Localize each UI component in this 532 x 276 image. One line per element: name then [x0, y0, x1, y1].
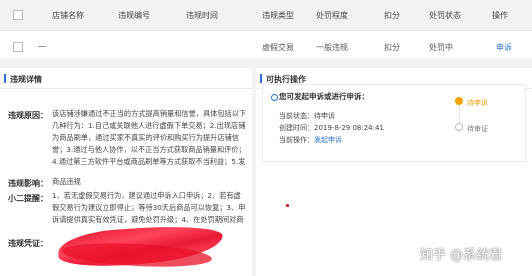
- action-row: 当前操作：发起申诉: [279, 136, 342, 144]
- panel-header: 违规详情: [0, 68, 252, 89]
- th-time: 违规时间: [186, 11, 218, 20]
- info-icon: [271, 94, 278, 101]
- tip-text: 1、若无虚假交易行为，建议通过申诉入口申诉；2、若有虚假交易行为建议立即停止；等…: [52, 191, 246, 224]
- impact-text: 商品违规: [52, 177, 81, 186]
- th-id: 违规编号: [118, 11, 150, 20]
- status-row: 当前状态：待申诉: [279, 112, 335, 120]
- reason-label: 违规原因：: [8, 111, 48, 120]
- review-step-icon: [455, 123, 463, 131]
- th-status: 处罚状态: [429, 11, 461, 20]
- cell-type: 虚假交易: [262, 43, 294, 52]
- tip-label: 小二提醒：: [8, 194, 48, 203]
- row-checkbox[interactable]: [13, 42, 23, 52]
- created-value: 2019-8-29 08:24:41: [314, 124, 384, 132]
- impact-label: 违规影响：: [8, 179, 48, 188]
- th-shop: 店铺名称: [52, 11, 84, 20]
- watermark: 知乎 @系统君: [420, 248, 503, 263]
- step-review: 待审证: [467, 125, 488, 133]
- th-action: 操作: [492, 11, 508, 20]
- cell-degree: 一般违规: [316, 43, 348, 52]
- cell-score: 扣分: [384, 43, 400, 52]
- card-title: 您可发起申诉或进行申诉：: [279, 92, 369, 101]
- panel-accent: [260, 74, 262, 83]
- th-degree: 处罚程度: [316, 11, 348, 20]
- violation-table: 店铺名称 违规编号 违规时间 违规类型 处罚程度 扣分 处罚状态 操作 虚假交易…: [0, 0, 532, 58]
- reason-text: 该店铺涉嫌通过不正当的方式提高销量和信誉，具体包括以下几种行为：1.自己或关联他…: [52, 109, 247, 166]
- step-pending: 待申诉: [467, 99, 488, 107]
- panel-accent: [4, 74, 6, 83]
- row-placeholder: [38, 46, 46, 47]
- panel-title: 违规详情: [10, 75, 42, 84]
- appeal-card: 您可发起申诉或进行申诉： 当前状态：待申诉 创建时间：2019-8-29 08:…: [262, 84, 526, 162]
- cell-status: 处罚中: [429, 43, 453, 52]
- marker-dot: [286, 204, 289, 207]
- table-header: 店铺名称 违规编号 违规时间 违规类型 处罚程度 扣分 处罚状态 操作: [0, 0, 532, 31]
- th-type: 违规类型: [262, 11, 294, 20]
- created-row: 创建时间：2019-8-29 08:24:41: [279, 124, 384, 132]
- start-appeal-link[interactable]: 发起申诉: [314, 136, 342, 144]
- th-score: 扣分: [384, 11, 400, 20]
- evidence-label: 违规凭证：: [8, 239, 48, 248]
- status-value: 待申诉: [314, 112, 335, 120]
- select-all-checkbox[interactable]: [13, 10, 23, 20]
- appeal-link[interactable]: 申诉: [496, 42, 512, 53]
- pending-step-icon: [455, 97, 463, 105]
